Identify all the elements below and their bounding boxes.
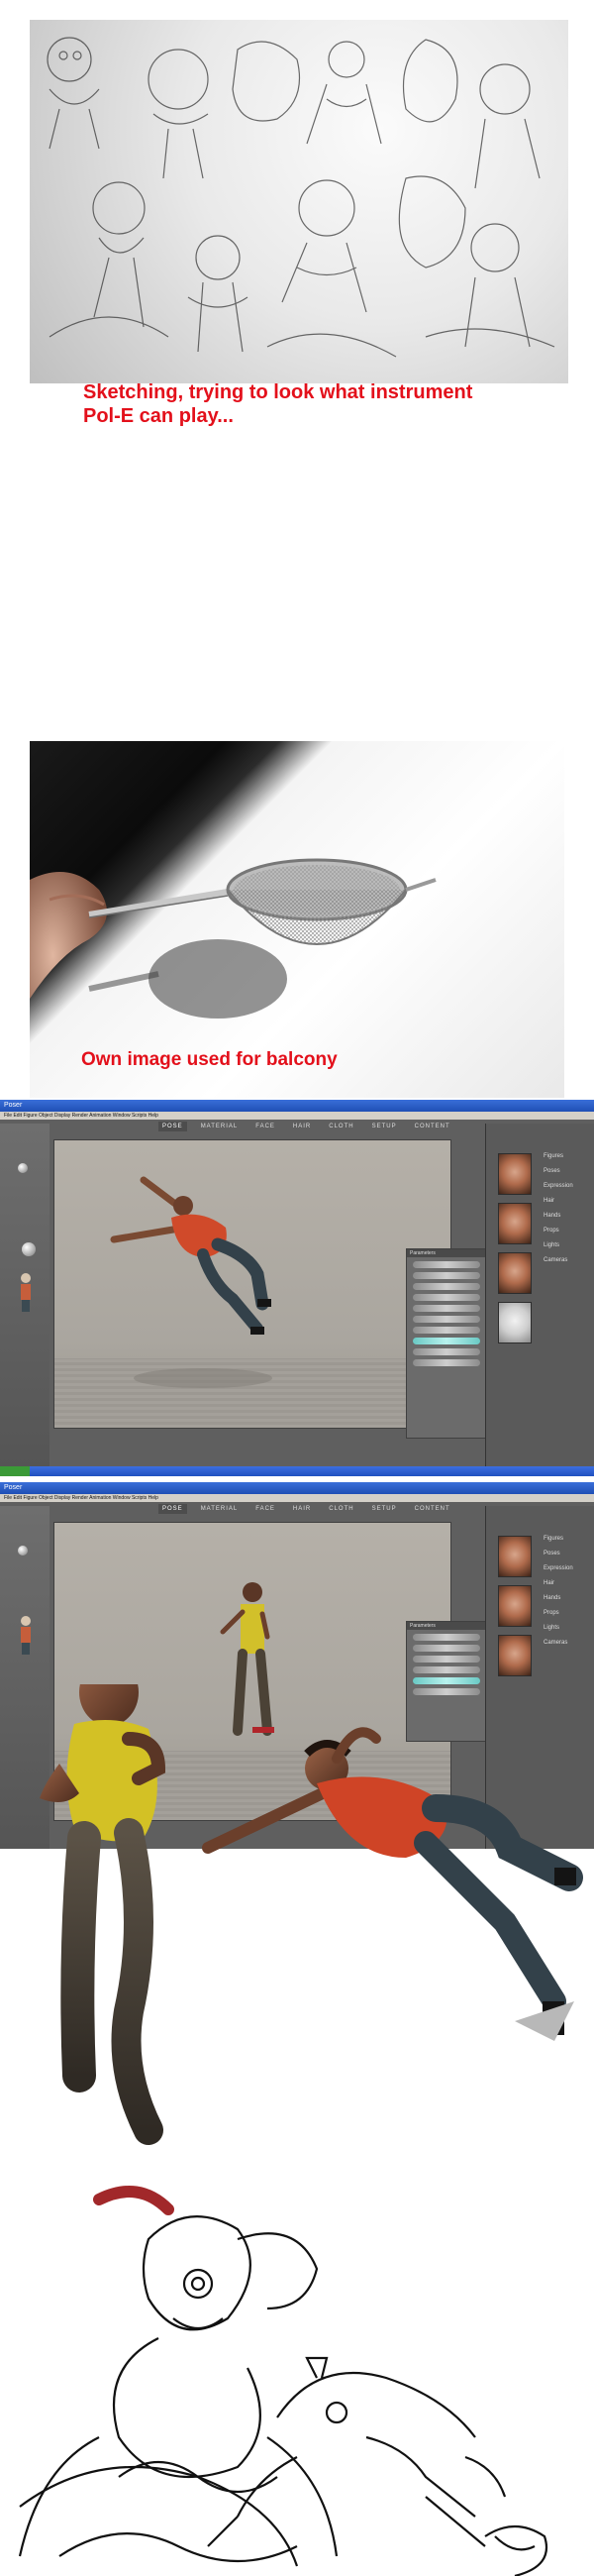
joint-editor-panel[interactable]: Parameters [406, 1248, 487, 1439]
category-expression[interactable]: Expression [544, 1565, 573, 1571]
tea-strainer-photo [30, 858, 437, 1038]
sketching-caption-line1: Sketching, trying to look what instrumen… [83, 381, 473, 403]
param-dial-selected[interactable] [413, 1338, 480, 1344]
room-tabs[interactable]: POSE MATERIAL FACE HAIR CLOTH SETUP CONT… [158, 1504, 454, 1514]
library-panel[interactable]: Figures Poses Expression Hair Hands Prop… [485, 1124, 594, 1466]
tab-content[interactable]: CONTENT [411, 1504, 454, 1514]
poser-screenshot-1: Poser File Edit Figure Object Display Re… [0, 1100, 594, 1476]
tab-setup[interactable]: SETUP [368, 1504, 401, 1514]
category-poses[interactable]: Poses [544, 1551, 573, 1556]
category-hands[interactable]: Hands [544, 1595, 573, 1601]
param-dial[interactable] [413, 1316, 480, 1323]
tab-cloth[interactable]: CLOTH [325, 1122, 357, 1131]
category-poses[interactable]: Poses [544, 1168, 573, 1174]
camera-dial[interactable] [22, 1242, 36, 1256]
category-expression[interactable]: Expression [544, 1183, 573, 1189]
document-viewport[interactable] [53, 1139, 451, 1429]
mini-figure-icon [21, 1273, 31, 1312]
category-figures[interactable]: Figures [544, 1536, 573, 1542]
face-thumbnail[interactable] [498, 1153, 532, 1195]
param-dial[interactable] [413, 1348, 480, 1355]
param-dial[interactable] [413, 1327, 480, 1334]
sketch-paper [30, 400, 568, 733]
window-titlebar: Poser [0, 1482, 594, 1494]
light-dial[interactable] [18, 1546, 28, 1556]
face-thumbnail[interactable] [498, 1203, 532, 1244]
room-tabs[interactable]: POSE MATERIAL FACE HAIR CLOTH SETUP CONT… [158, 1122, 454, 1131]
left-tool-column [0, 1124, 50, 1466]
tab-hair[interactable]: HAIR [289, 1122, 315, 1131]
light-dial[interactable] [18, 1163, 28, 1173]
param-dial[interactable] [413, 1305, 480, 1312]
sieve-photo-panel: Own image used for balcony [30, 741, 564, 1098]
pencil-sketches [47, 37, 555, 358]
param-dial[interactable] [413, 1656, 480, 1663]
library-categories[interactable]: Figures Poses Expression Hair Hands Prop… [544, 1536, 573, 1655]
param-dial-selected[interactable] [413, 1677, 480, 1684]
tab-hair[interactable]: HAIR [289, 1504, 315, 1514]
category-hair[interactable]: Hair [544, 1198, 573, 1204]
face-thumbnail[interactable] [498, 1302, 532, 1343]
figures-and-lineart [18, 1684, 583, 2576]
category-cameras[interactable]: Cameras [544, 1640, 573, 1646]
pencil-sketches [58, 424, 528, 733]
tab-pose[interactable]: POSE [158, 1122, 187, 1131]
param-dial[interactable] [413, 1645, 480, 1652]
tab-face[interactable]: FACE [251, 1504, 279, 1514]
category-props[interactable]: Props [544, 1610, 573, 1616]
tab-face[interactable]: FACE [251, 1122, 279, 1131]
category-hands[interactable]: Hands [544, 1213, 573, 1219]
panel-header: Parameters [407, 1622, 486, 1630]
face-thumbnail[interactable] [498, 1635, 532, 1676]
category-props[interactable]: Props [544, 1228, 573, 1234]
face-thumbnail[interactable] [498, 1252, 532, 1294]
tab-material[interactable]: MATERIAL [197, 1504, 243, 1514]
param-dial[interactable] [413, 1666, 480, 1673]
panel-header: Parameters [407, 1249, 486, 1257]
sketch-panel-top [30, 20, 568, 383]
tab-cloth[interactable]: CLOTH [325, 1504, 357, 1514]
category-lights[interactable]: Lights [544, 1625, 573, 1631]
category-cameras[interactable]: Cameras [544, 1257, 573, 1263]
menu-bar[interactable]: File Edit Figure Object Display Render A… [0, 1112, 594, 1120]
tab-setup[interactable]: SETUP [368, 1122, 401, 1131]
window-titlebar: Poser [0, 1100, 594, 1112]
param-dial[interactable] [413, 1294, 480, 1301]
category-hair[interactable]: Hair [544, 1580, 573, 1586]
start-button[interactable] [0, 1466, 30, 1476]
composite-artwork [0, 1684, 594, 2576]
param-dial[interactable] [413, 1283, 480, 1290]
tab-material[interactable]: MATERIAL [197, 1122, 243, 1131]
param-dial[interactable] [413, 1261, 480, 1268]
tab-pose[interactable]: POSE [158, 1504, 187, 1514]
face-thumbnail[interactable] [498, 1536, 532, 1577]
tab-content[interactable]: CONTENT [411, 1122, 454, 1131]
sketch-panel-bottom [30, 400, 568, 733]
sketching-caption-line2: Pol-E can play... [83, 405, 234, 427]
windows-taskbar[interactable] [0, 1466, 594, 1476]
mini-figure-icon [21, 1616, 31, 1655]
posed-figure-red-shirt [110, 1176, 272, 1388]
face-thumbnail[interactable] [498, 1585, 532, 1627]
param-dial[interactable] [413, 1359, 480, 1366]
category-lights[interactable]: Lights [544, 1242, 573, 1248]
library-categories[interactable]: Figures Poses Expression Hair Hands Prop… [544, 1153, 573, 1272]
balcony-caption: Own image used for balcony [81, 1049, 338, 1070]
param-dial[interactable] [413, 1634, 480, 1641]
param-dial[interactable] [413, 1272, 480, 1279]
category-figures[interactable]: Figures [544, 1153, 573, 1159]
menu-bar[interactable]: File Edit Figure Object Display Render A… [0, 1494, 594, 1502]
